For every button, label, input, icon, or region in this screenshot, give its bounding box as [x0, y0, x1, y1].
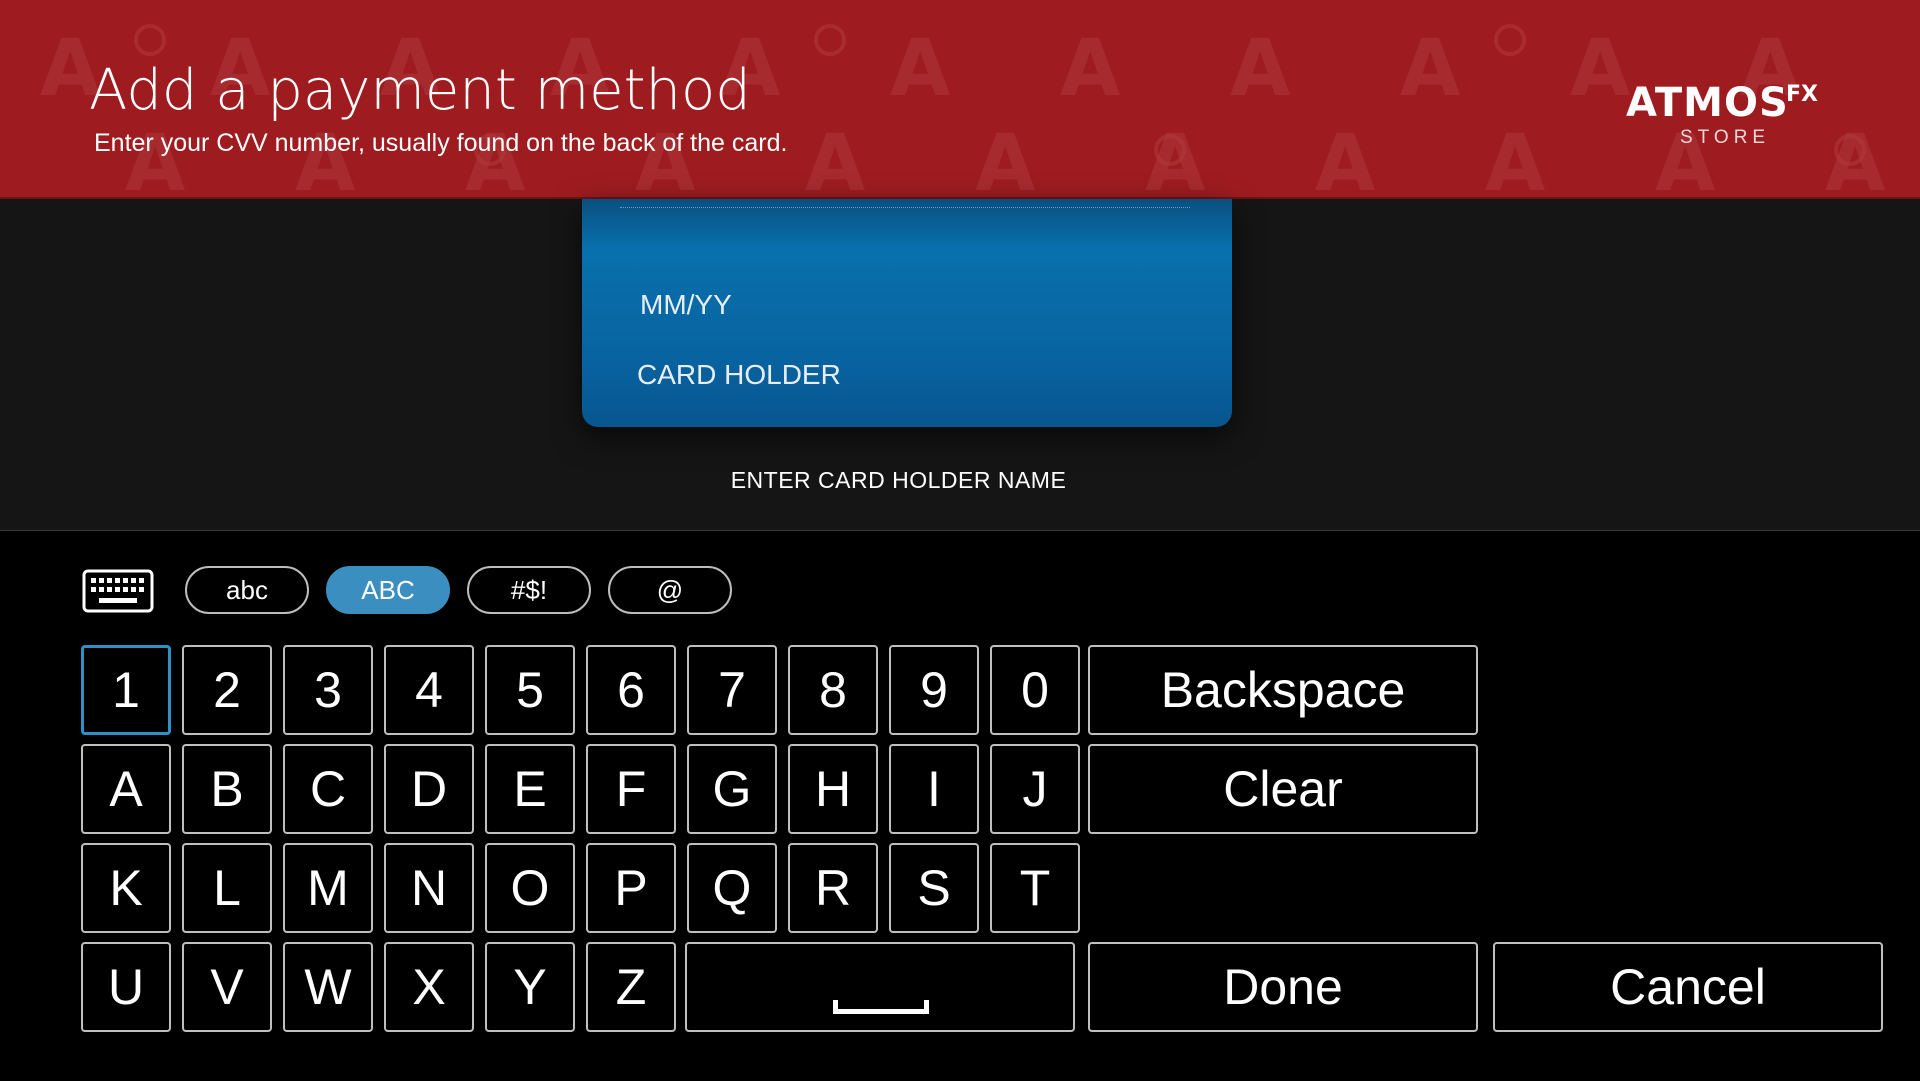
key-h[interactable]: H [788, 744, 878, 834]
keyboard-icon [82, 569, 154, 613]
key-2[interactable]: 2 [182, 645, 272, 735]
key-5[interactable]: 5 [485, 645, 575, 735]
key-c[interactable]: C [283, 744, 373, 834]
input-prompt: ENTER CARD HOLDER NAME [730, 467, 1067, 493]
clear-button[interactable]: Clear [1088, 744, 1478, 834]
key-6[interactable]: 6 [586, 645, 676, 735]
svg-text:A: A [1485, 119, 1545, 197]
page-title: Add a payment method [89, 58, 751, 123]
backspace-button[interactable]: Backspace [1088, 645, 1478, 735]
key-i[interactable]: I [889, 744, 979, 834]
key-u[interactable]: U [81, 942, 171, 1032]
key-1[interactable]: 1 [81, 645, 171, 735]
key-d[interactable]: D [384, 744, 474, 834]
on-screen-keyboard: abc ABC #$! @ 1234567890ABCDEFGHIJKLMNOP… [0, 530, 1920, 1081]
cancel-button[interactable]: Cancel [1493, 942, 1883, 1032]
atmosfx-store-logo: ATMOS FX STORE [1626, 80, 1826, 152]
page-subtitle: Enter your CVV number, usually found on … [94, 129, 788, 157]
svg-text:A: A [1145, 119, 1205, 197]
logo-brand-superscript: FX [1786, 82, 1818, 107]
key-e[interactable]: E [485, 744, 575, 834]
logo-store-text: STORE [1680, 127, 1771, 148]
key-4[interactable]: 4 [384, 645, 474, 735]
mode-uppercase-button[interactable]: ABC [326, 566, 450, 614]
key-w[interactable]: W [283, 942, 373, 1032]
key-t[interactable]: T [990, 843, 1080, 933]
key-f[interactable]: F [586, 744, 676, 834]
key-r[interactable]: R [788, 843, 878, 933]
key-9[interactable]: 9 [889, 645, 979, 735]
key-x[interactable]: X [384, 942, 474, 1032]
card-preview-area: MM/YY CARD HOLDER ENTER CARD HOLDER NAME [0, 199, 1920, 529]
key-b[interactable]: B [182, 744, 272, 834]
card-expiry-label: MM/YY [640, 289, 732, 320]
key-8[interactable]: 8 [788, 645, 878, 735]
key-n[interactable]: N [384, 843, 474, 933]
space-key[interactable] [685, 942, 1075, 1032]
key-o[interactable]: O [485, 843, 575, 933]
svg-text:A: A [1570, 24, 1630, 114]
svg-text:A: A [1400, 24, 1460, 114]
key-3[interactable]: 3 [283, 645, 373, 735]
mode-lowercase-button[interactable]: abc [185, 566, 309, 614]
card-holder-label: CARD HOLDER [637, 359, 841, 390]
svg-text:A: A [890, 24, 950, 114]
key-q[interactable]: Q [687, 843, 777, 933]
svg-text:A: A [805, 119, 865, 197]
svg-text:A: A [975, 119, 1035, 197]
card-number-line [620, 207, 1190, 208]
mode-symbols-button[interactable]: #$! [467, 566, 591, 614]
key-s[interactable]: S [889, 843, 979, 933]
key-v[interactable]: V [182, 942, 272, 1032]
space-bar-icon [833, 1000, 929, 1014]
key-g[interactable]: G [687, 744, 777, 834]
svg-text:A: A [1230, 24, 1290, 114]
header-banner: AAA AAA AAA AA AAA AAA AAA AA Add a paym… [0, 0, 1920, 199]
svg-text:A: A [1060, 24, 1120, 114]
key-a[interactable]: A [81, 744, 171, 834]
key-k[interactable]: K [81, 843, 171, 933]
key-7[interactable]: 7 [687, 645, 777, 735]
done-button[interactable]: Done [1088, 942, 1478, 1032]
key-l[interactable]: L [182, 843, 272, 933]
key-y[interactable]: Y [485, 942, 575, 1032]
credit-card-preview: MM/YY CARD HOLDER [582, 199, 1232, 427]
key-p[interactable]: P [586, 843, 676, 933]
mode-at-button[interactable]: @ [608, 566, 732, 614]
logo-brand-text: ATMOS [1626, 80, 1789, 126]
svg-text:A: A [1825, 119, 1885, 197]
key-0[interactable]: 0 [990, 645, 1080, 735]
key-z[interactable]: Z [586, 942, 676, 1032]
key-m[interactable]: M [283, 843, 373, 933]
key-j[interactable]: J [990, 744, 1080, 834]
svg-text:A: A [1315, 119, 1375, 197]
